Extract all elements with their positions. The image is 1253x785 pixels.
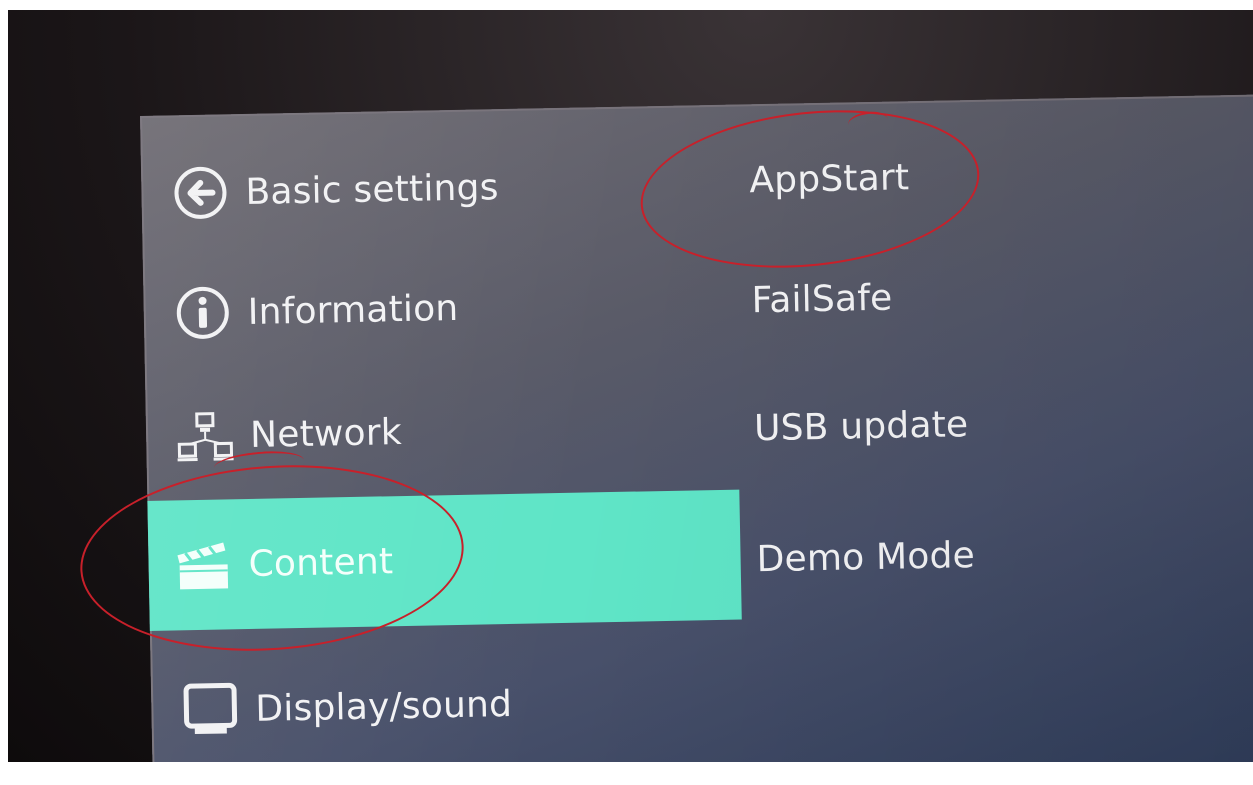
menu-item-label: Basic settings (245, 166, 499, 213)
clapperboard-icon (172, 533, 235, 596)
left-menu: Basic settings Information Network Conte… (140, 105, 743, 762)
menu-item-label: Information (247, 287, 459, 333)
submenu-item-usb-update[interactable]: USB update (753, 384, 969, 468)
menu-item-label: Network (249, 411, 403, 456)
menu-item-basic-settings[interactable]: Basic settings (140, 118, 732, 259)
menu-item-content[interactable]: Content (140, 489, 742, 632)
submenu-item-appstart[interactable]: AppStart (749, 137, 910, 220)
submenu-item-label: Demo Mode (756, 534, 976, 580)
info-circle-icon (171, 281, 234, 344)
submenu-item-failsafe[interactable]: FailSafe (751, 258, 893, 341)
menu-item-display-sound[interactable]: Display/sound (150, 635, 742, 762)
menu-item-network[interactable]: Network (145, 361, 737, 502)
submenu-item-label: USB update (753, 403, 969, 449)
submenu-item-demo-mode[interactable]: Demo Mode (756, 515, 976, 599)
menu-item-information[interactable]: Information (143, 238, 735, 379)
back-arrow-circle-icon (169, 161, 232, 224)
menu-item-label: Content (248, 540, 394, 585)
menu-item-label: Display/sound (255, 683, 513, 730)
submenu-item-label: AppStart (748, 156, 910, 201)
settings-screen: Basic settings Information Network Conte… (140, 94, 1253, 762)
monitor-icon (179, 678, 242, 741)
submenu-item-label: FailSafe (751, 277, 893, 321)
submenu: AppStart FailSafe USB update Demo Mode (730, 94, 1253, 762)
photo-background: Basic settings Information Network Conte… (8, 10, 1253, 762)
